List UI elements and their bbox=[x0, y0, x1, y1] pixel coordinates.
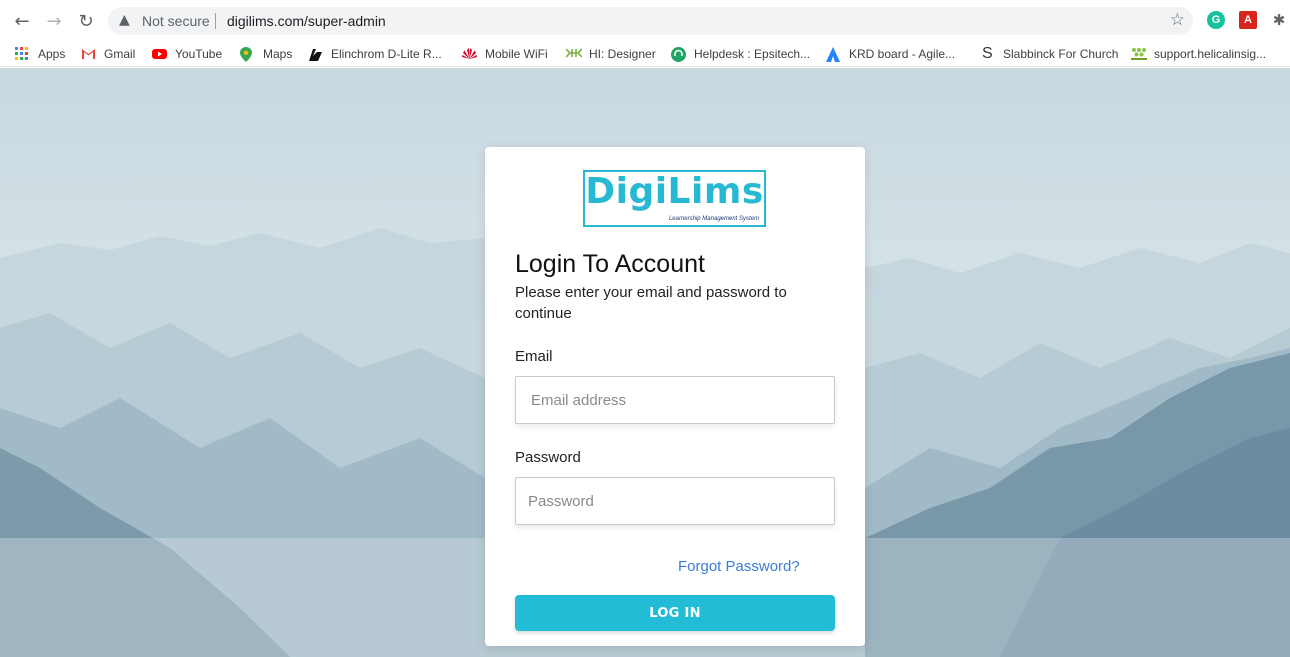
bookmark-label: Helpdesk : Epsitech... bbox=[694, 47, 811, 61]
email-field[interactable] bbox=[515, 376, 835, 424]
gmail-icon bbox=[81, 47, 95, 61]
password-field[interactable] bbox=[515, 477, 835, 525]
bookmark-label: KRD board - Agile... bbox=[849, 47, 956, 61]
bookmark-label: Elinchrom D-Lite R... bbox=[331, 47, 442, 61]
url-text[interactable]: digilims.com/super-admin bbox=[227, 13, 386, 29]
back-arrow-icon[interactable]: ← bbox=[10, 9, 34, 33]
apps-grid-icon bbox=[15, 47, 29, 61]
bookmark-label: Gmail bbox=[104, 47, 136, 61]
password-label: Password bbox=[515, 449, 581, 466]
address-divider bbox=[215, 13, 216, 29]
jira-icon bbox=[826, 47, 840, 62]
acrobat-icon[interactable]: A bbox=[1239, 11, 1257, 29]
forward-arrow-icon[interactable]: → bbox=[42, 9, 66, 33]
email-label: Email bbox=[515, 348, 553, 365]
bookmark-youtube[interactable]: YouTube bbox=[152, 45, 222, 63]
browser-toolbar: ← → ↻ ▲ Not secure digilims.com/super-ad… bbox=[0, 0, 1290, 40]
bookmark-hi-designer[interactable]: HI: Designer bbox=[565, 45, 656, 63]
login-title: Login To Account bbox=[515, 250, 705, 278]
bookmark-label: Slabbinck For Church bbox=[1003, 47, 1119, 61]
login-button[interactable]: LOG IN bbox=[515, 595, 835, 631]
bookmark-slabbinck[interactable]: S Slabbinck For Church bbox=[982, 45, 1118, 63]
reload-icon[interactable]: ↻ bbox=[74, 9, 98, 33]
bookmark-label: HI: Designer bbox=[589, 47, 656, 61]
slabbinck-icon: S bbox=[982, 45, 993, 62]
youtube-icon bbox=[152, 47, 167, 61]
logo-subtitle: Learnership Management System bbox=[668, 216, 759, 222]
bookmark-maps[interactable]: Maps bbox=[240, 45, 292, 63]
warning-triangle-icon: ▲ bbox=[119, 12, 130, 28]
login-card: DigiLims Learnership Management System L… bbox=[485, 147, 865, 646]
maps-pin-icon bbox=[240, 47, 254, 62]
bookmark-gmail[interactable]: Gmail bbox=[81, 45, 135, 63]
bookmarks-bar: Apps Gmail YouTube Maps Elinchrom D-Lite… bbox=[0, 40, 1290, 67]
bookmark-label: Maps bbox=[263, 47, 293, 61]
security-status[interactable]: Not secure bbox=[142, 13, 210, 29]
bookmark-mobile-wifi[interactable]: Mobile WiFi bbox=[462, 45, 548, 63]
helical-icon bbox=[1131, 47, 1147, 61]
bookmark-helpdesk[interactable]: Helpdesk : Epsitech... bbox=[671, 45, 810, 63]
bookmark-star-icon[interactable]: ☆ bbox=[1170, 10, 1185, 30]
helpdesk-icon bbox=[671, 47, 686, 62]
forgot-password-link[interactable]: Forgot Password? bbox=[678, 558, 800, 575]
bookmark-label: support.helicalinsig... bbox=[1154, 47, 1267, 61]
login-page-background: DigiLims Learnership Management System L… bbox=[0, 68, 1290, 657]
bookmark-label: YouTube bbox=[175, 47, 223, 61]
digilims-logo: DigiLims Learnership Management System bbox=[583, 170, 766, 227]
bookmark-apps[interactable]: Apps bbox=[15, 45, 65, 63]
bookmark-elinchrom[interactable]: Elinchrom D-Lite R... bbox=[308, 45, 442, 63]
address-bar[interactable]: ▲ Not secure digilims.com/super-admin ☆ bbox=[108, 7, 1193, 35]
huawei-icon bbox=[462, 47, 477, 61]
hi-designer-icon bbox=[565, 47, 583, 61]
elinchrom-icon bbox=[308, 47, 322, 61]
bookmark-helical[interactable]: support.helicalinsig... bbox=[1131, 45, 1266, 63]
bookmark-krd-board[interactable]: KRD board - Agile... bbox=[826, 45, 955, 63]
bookmark-label: Apps bbox=[38, 47, 66, 61]
grammarly-icon[interactable]: G bbox=[1207, 11, 1225, 29]
logo-text: DigiLims bbox=[585, 171, 764, 212]
login-subtitle: Please enter your email and password to … bbox=[515, 284, 787, 322]
extensions-puzzle-icon[interactable]: ✱ bbox=[1270, 11, 1288, 29]
bookmark-label: Mobile WiFi bbox=[485, 47, 548, 61]
